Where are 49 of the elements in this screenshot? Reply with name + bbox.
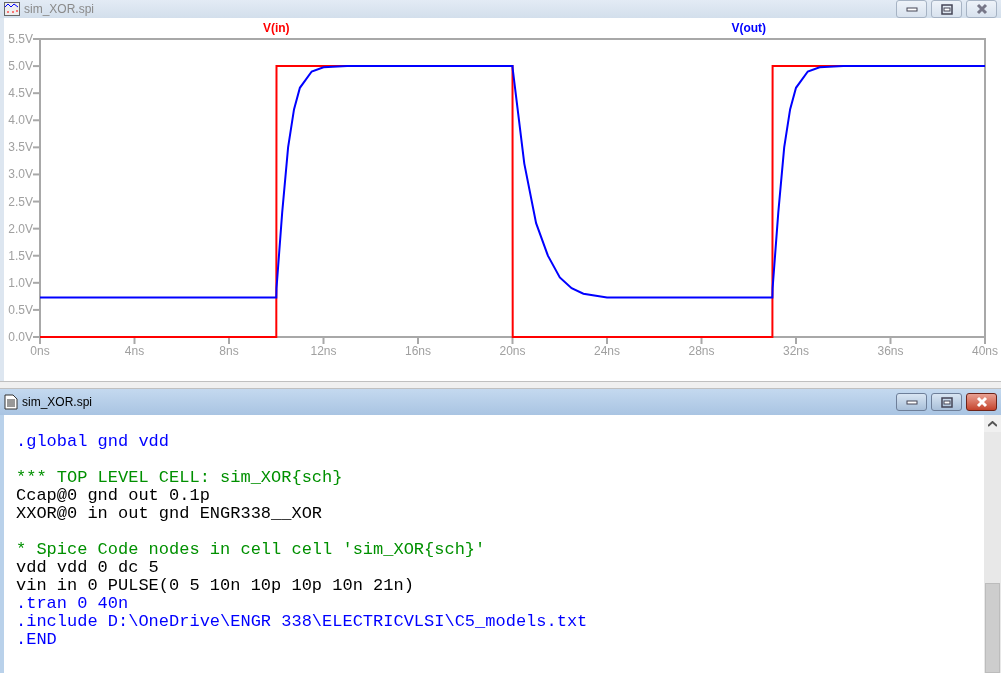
window-title: sim_XOR.spi	[22, 394, 93, 411]
x-axis-label: 12ns	[310, 344, 337, 358]
minimize-button[interactable]	[896, 0, 927, 18]
y-axis-label: 0.0V	[8, 330, 33, 344]
document-icon	[4, 394, 18, 410]
waveform-icon	[4, 2, 20, 16]
x-axis-label: 8ns	[219, 344, 239, 358]
minimize-button[interactable]	[896, 393, 927, 411]
directive-line: .tran 0 40n	[16, 595, 129, 613]
y-axis-label: 2.5V	[8, 194, 33, 209]
y-axis-label: 4.5V	[8, 86, 33, 101]
code-line: Ccap@0 gnd out 0.1p	[16, 487, 210, 505]
y-axis-label: 3.5V	[8, 140, 33, 155]
window-title: sim_XOR.spi	[24, 1, 95, 18]
y-axis-label: 3.0V	[8, 167, 33, 182]
comment-line: *** TOP LEVEL CELL: sim_XOR{sch}	[16, 469, 343, 487]
y-axis-label: 5.0V	[8, 59, 33, 74]
vertical-scrollbar[interactable]	[984, 415, 1001, 673]
x-axis-label: 4ns	[124, 344, 145, 358]
y-axis-label: 0.5V	[8, 302, 33, 317]
x-axis-label: 28ns	[688, 344, 715, 358]
y-axis-label: 5.5V	[8, 32, 33, 46]
x-axis-label: 24ns	[594, 344, 620, 358]
directive-line: .include D:\OneDrive\ENGR 338\ELECTRICVLSI\C5_models.txt	[16, 613, 588, 631]
code-line: vin in 0 PULSE(0 5 10n 10p 10p 10n 21n)	[16, 577, 414, 595]
maximize-button[interactable]	[931, 0, 962, 18]
directive-line: .global gnd vdd	[16, 433, 170, 451]
y-axis-label: 2.0V	[8, 221, 33, 236]
x-axis-label: 36ns	[877, 344, 904, 358]
x-axis-label: 32ns	[783, 344, 809, 358]
trace-label[interactable]: V(out)	[731, 21, 767, 35]
y-axis-label: 1.5V	[8, 248, 33, 263]
maximize-icon	[938, 395, 955, 409]
x-axis-label: 20ns	[499, 344, 526, 358]
comment-line: * Spice Code nodes in cell cell 'sim_XOR{sch}'	[16, 541, 486, 559]
scroll-up-icon[interactable]	[984, 415, 1001, 432]
x-axis-label: 16ns	[405, 344, 431, 358]
maximize-icon	[938, 2, 955, 16]
trace-label[interactable]: V(in)	[262, 21, 290, 35]
x-axis-label: 0ns	[30, 344, 50, 358]
y-axis-label: 1.0V	[8, 275, 33, 290]
directive-line: .END	[16, 631, 57, 649]
maximize-button[interactable]	[931, 393, 962, 411]
scroll-thumb[interactable]	[985, 583, 1000, 673]
y-axis-label: 4.0V	[8, 113, 33, 128]
code-line: XXOR@0 in out gnd ENGR338__XOR	[16, 505, 323, 523]
close-button[interactable]	[966, 393, 997, 411]
x-axis-label: 40ns	[972, 344, 998, 358]
code-line: vdd vdd 0 dc 5	[16, 559, 159, 577]
